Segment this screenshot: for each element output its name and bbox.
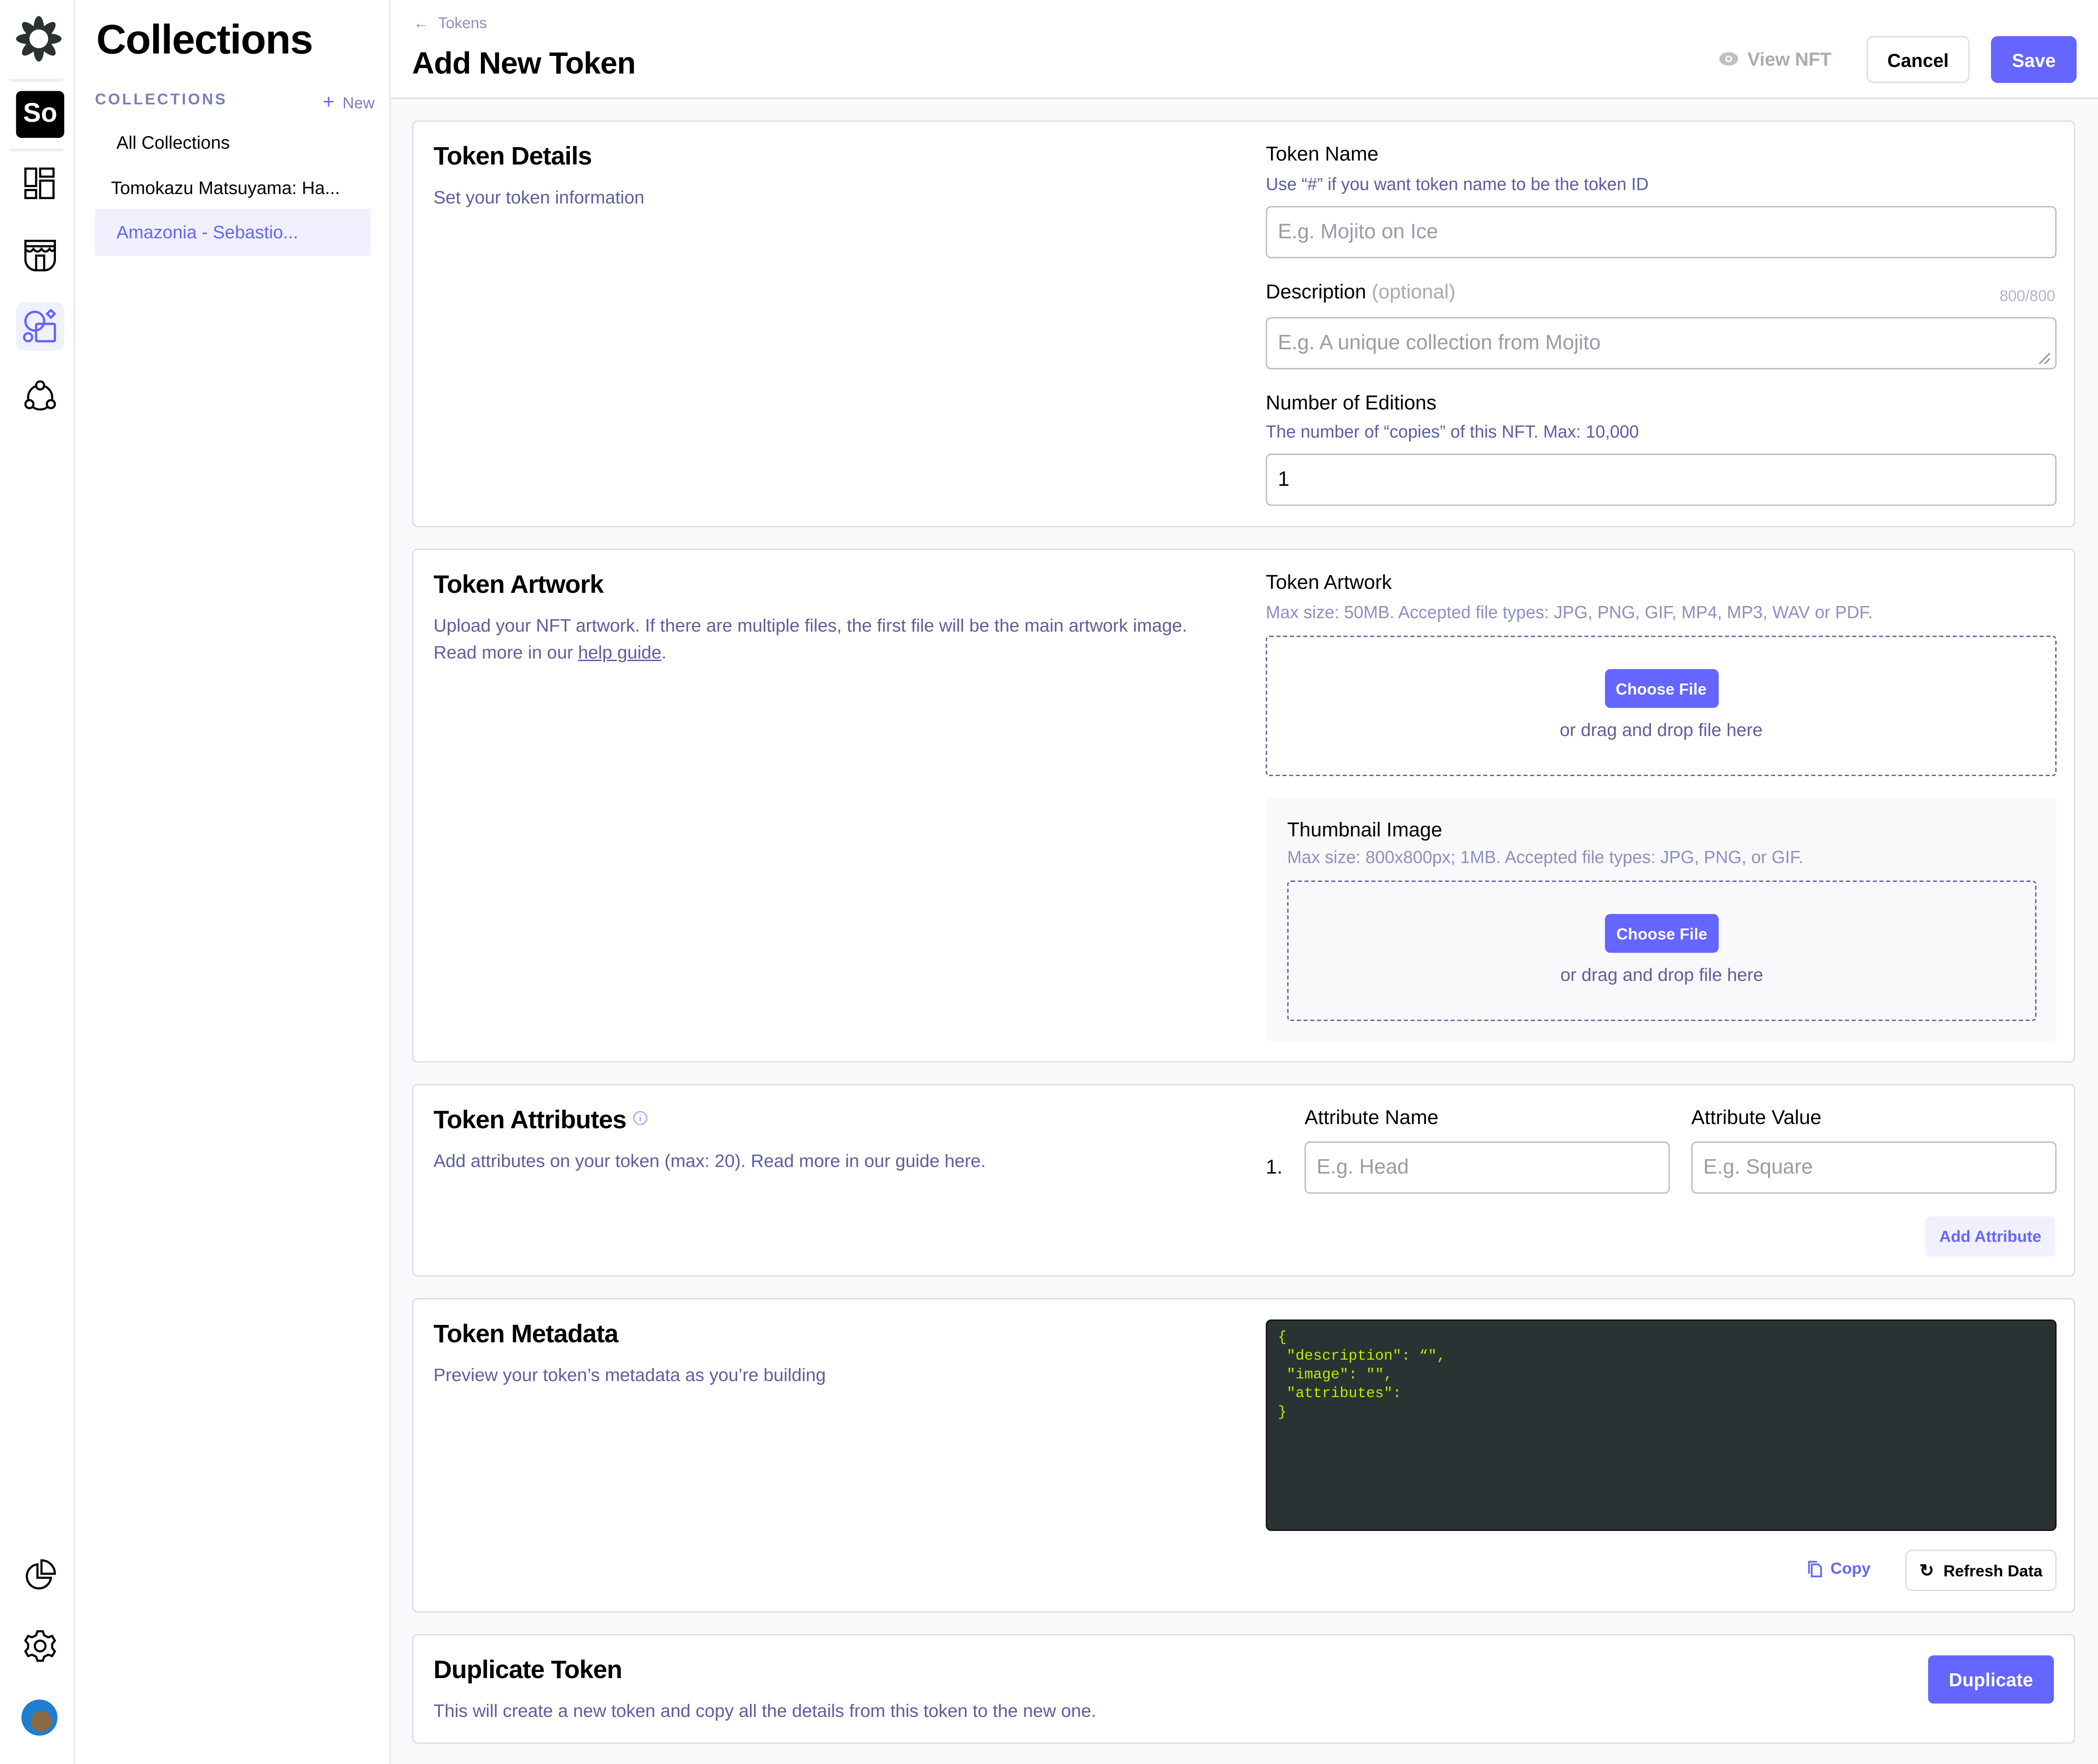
shapes-icon[interactable] <box>16 302 64 351</box>
resize-handle-icon[interactable] <box>2036 351 2050 364</box>
duplicate-button[interactable]: Duplicate <box>1928 1655 2054 1704</box>
editions-help: The number of “copies” of this NFT. Max:… <box>1266 422 1639 442</box>
refresh-data-button[interactable]: ↻ Refresh Data <box>1905 1550 2057 1591</box>
duplicate-token-card: Duplicate Token This will create a new t… <box>412 1634 2076 1744</box>
storefront-icon[interactable] <box>16 230 64 278</box>
cancel-button[interactable]: Cancel <box>1866 36 1970 83</box>
editions-input[interactable]: 1 <box>1266 453 2057 506</box>
user-avatar[interactable] <box>21 1699 58 1736</box>
collections-section-label: COLLECTIONS <box>95 92 228 109</box>
attribute-value-header: Attribute Value <box>1691 1106 1821 1130</box>
attribute-value-input[interactable]: E.g. Square <box>1691 1141 2057 1194</box>
collection-item-all[interactable]: All Collections <box>95 119 371 166</box>
editions-label: Number of Editions <box>1266 392 1437 415</box>
gear-icon[interactable] <box>16 1622 64 1670</box>
optional-tag: (optional) <box>1371 281 1455 304</box>
attribute-row-index: 1. <box>1266 1156 1283 1179</box>
section-title: Token Details <box>433 143 592 171</box>
breadcrumb-tokens: Tokens <box>438 16 487 32</box>
section-description: Preview your token’s metadata as you’re … <box>433 1365 826 1385</box>
refresh-icon: ↻ <box>1919 1560 1934 1580</box>
artwork-help: Max size: 50MB. Accepted file types: JPG… <box>1266 602 1873 622</box>
section-description: This will create a new token and copy al… <box>433 1701 1097 1721</box>
page-title: Add New Token <box>412 45 636 81</box>
artwork-label: Token Artwork <box>1266 571 1392 595</box>
section-title: Token Attributes <box>433 1107 648 1136</box>
collection-item-active[interactable]: Amazonia - Sebastio... <box>95 208 371 256</box>
arrow-left-icon: ← <box>413 16 429 32</box>
thumbnail-help: Max size: 800x800px; 1MB. Accepted file … <box>1287 847 1804 867</box>
char-counter: 800/800 <box>1999 289 2055 305</box>
section-description: Add attributes on your token (max: 20). … <box>433 1150 986 1171</box>
artwork-dropzone[interactable]: Choose File or drag and drop file here <box>1266 636 2057 777</box>
token-artwork-card: Token Artwork Upload your NFT artwork. I… <box>412 548 2076 1063</box>
info-icon[interactable] <box>633 1111 648 1125</box>
app-root: So Collections COLLECTIONS + New All Col… <box>0 0 2098 1764</box>
icon-rail: So <box>0 0 75 1764</box>
token-details-card: Token Details Set your token information… <box>412 120 2076 528</box>
copy-button[interactable]: Copy <box>1808 1559 1871 1578</box>
help-guide-link[interactable]: help guide <box>578 642 661 662</box>
dashboard-icon[interactable] <box>16 159 64 207</box>
section-description: Upload your NFT artwork. If there are mu… <box>433 615 1187 662</box>
description-textarea[interactable]: E.g. A unique collection from Mojito <box>1266 317 2057 370</box>
metadata-code-preview[interactable]: { "description": “", "image": "", "attri… <box>1266 1319 2057 1531</box>
description-label: Description (optional) <box>1266 281 1455 304</box>
rail-divider <box>9 79 63 82</box>
new-collection-label: New <box>342 93 375 112</box>
thumbnail-panel: Thumbnail Image Max size: 800x800px; 1MB… <box>1266 797 2057 1041</box>
thumbnail-dropzone[interactable]: Choose File or drag and drop file here <box>1287 880 2037 1021</box>
drop-hint: or drag and drop file here <box>1559 720 1763 740</box>
section-title: Token Artwork <box>433 571 604 600</box>
attribute-name-header: Attribute Name <box>1304 1106 1439 1130</box>
collections-panel: Collections COLLECTIONS + New All Collec… <box>75 0 391 1764</box>
copy-icon <box>1808 1560 1822 1577</box>
section-description: Set your token information <box>433 187 645 207</box>
rail-divider <box>9 148 63 152</box>
section-title: Duplicate Token <box>433 1657 622 1685</box>
panel-title: Collections <box>96 16 313 63</box>
attribute-name-input[interactable]: E.g. Head <box>1304 1141 1670 1194</box>
network-icon[interactable] <box>16 374 64 422</box>
token-metadata-card: Token Metadata Preview your token’s meta… <box>412 1298 2076 1613</box>
save-button[interactable]: Save <box>1991 36 2077 83</box>
pie-chart-icon[interactable] <box>16 1551 64 1599</box>
token-attributes-card: Token Attributes Add attributes on your … <box>412 1084 2076 1277</box>
new-collection-button[interactable]: + New <box>323 91 375 114</box>
token-name-input[interactable]: E.g. Mojito on Ice <box>1266 206 2057 259</box>
eye-icon <box>1719 52 1738 66</box>
flower-logo-icon[interactable] <box>13 13 64 64</box>
choose-file-button[interactable]: Choose File <box>1605 914 1719 953</box>
thumbnail-label: Thumbnail Image <box>1287 819 1443 842</box>
section-title: Token Metadata <box>433 1320 618 1349</box>
token-name-help: Use “#” if you want token name to be the… <box>1266 174 1649 194</box>
plus-icon: + <box>322 91 335 114</box>
breadcrumb[interactable]: ← Tokens <box>414 16 487 32</box>
token-name-label: Token Name <box>1266 143 1379 166</box>
view-nft-button[interactable]: View NFT <box>1719 48 1832 70</box>
choose-file-button[interactable]: Choose File <box>1604 669 1718 708</box>
workspace-avatar[interactable]: So <box>16 91 64 138</box>
collection-item[interactable]: Tomokazu Matsuyama: Ha... <box>95 165 371 211</box>
page-header: ← Tokens Add New Token View NFT Cancel S… <box>391 0 2098 99</box>
drop-hint: or drag and drop file here <box>1560 965 1763 985</box>
add-attribute-button[interactable]: Add Attribute <box>1925 1216 2055 1257</box>
